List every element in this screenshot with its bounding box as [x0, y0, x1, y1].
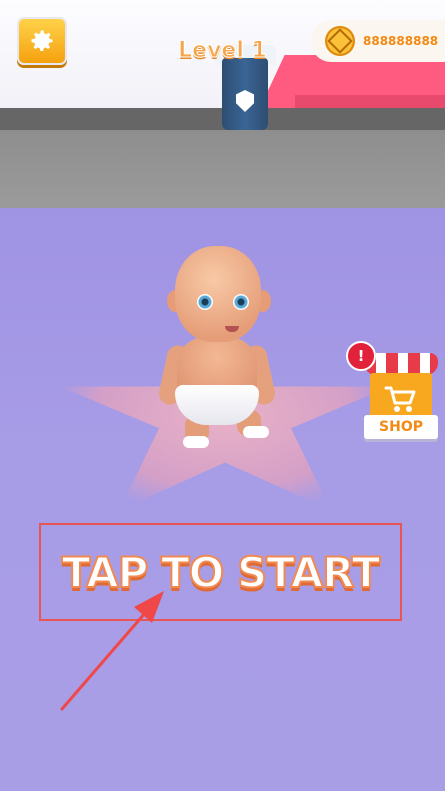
coin-value: 888888888: [363, 34, 439, 48]
baby-eye-left: [197, 294, 213, 310]
baby-foot-right: [243, 426, 269, 438]
shopping-cart-icon: [384, 386, 416, 412]
coin-icon: [325, 26, 355, 56]
shop-label: SHOP: [379, 419, 423, 435]
coin-counter: 888888888: [311, 20, 445, 62]
baby-head: [175, 246, 261, 342]
pointer-arrow-icon: [60, 591, 164, 711]
baby-eye-right: [233, 294, 249, 310]
settings-button[interactable]: [17, 17, 67, 65]
shop-button[interactable]: SHOP !: [346, 341, 438, 440]
shop-label-bar: SHOP: [364, 415, 438, 439]
level-label: Level 1: [178, 38, 268, 64]
gear-icon: [31, 30, 53, 52]
baby-character: [145, 240, 285, 460]
alert-badge: !: [346, 341, 376, 371]
wall-front: [0, 130, 445, 215]
baby-foot-left: [183, 436, 209, 448]
